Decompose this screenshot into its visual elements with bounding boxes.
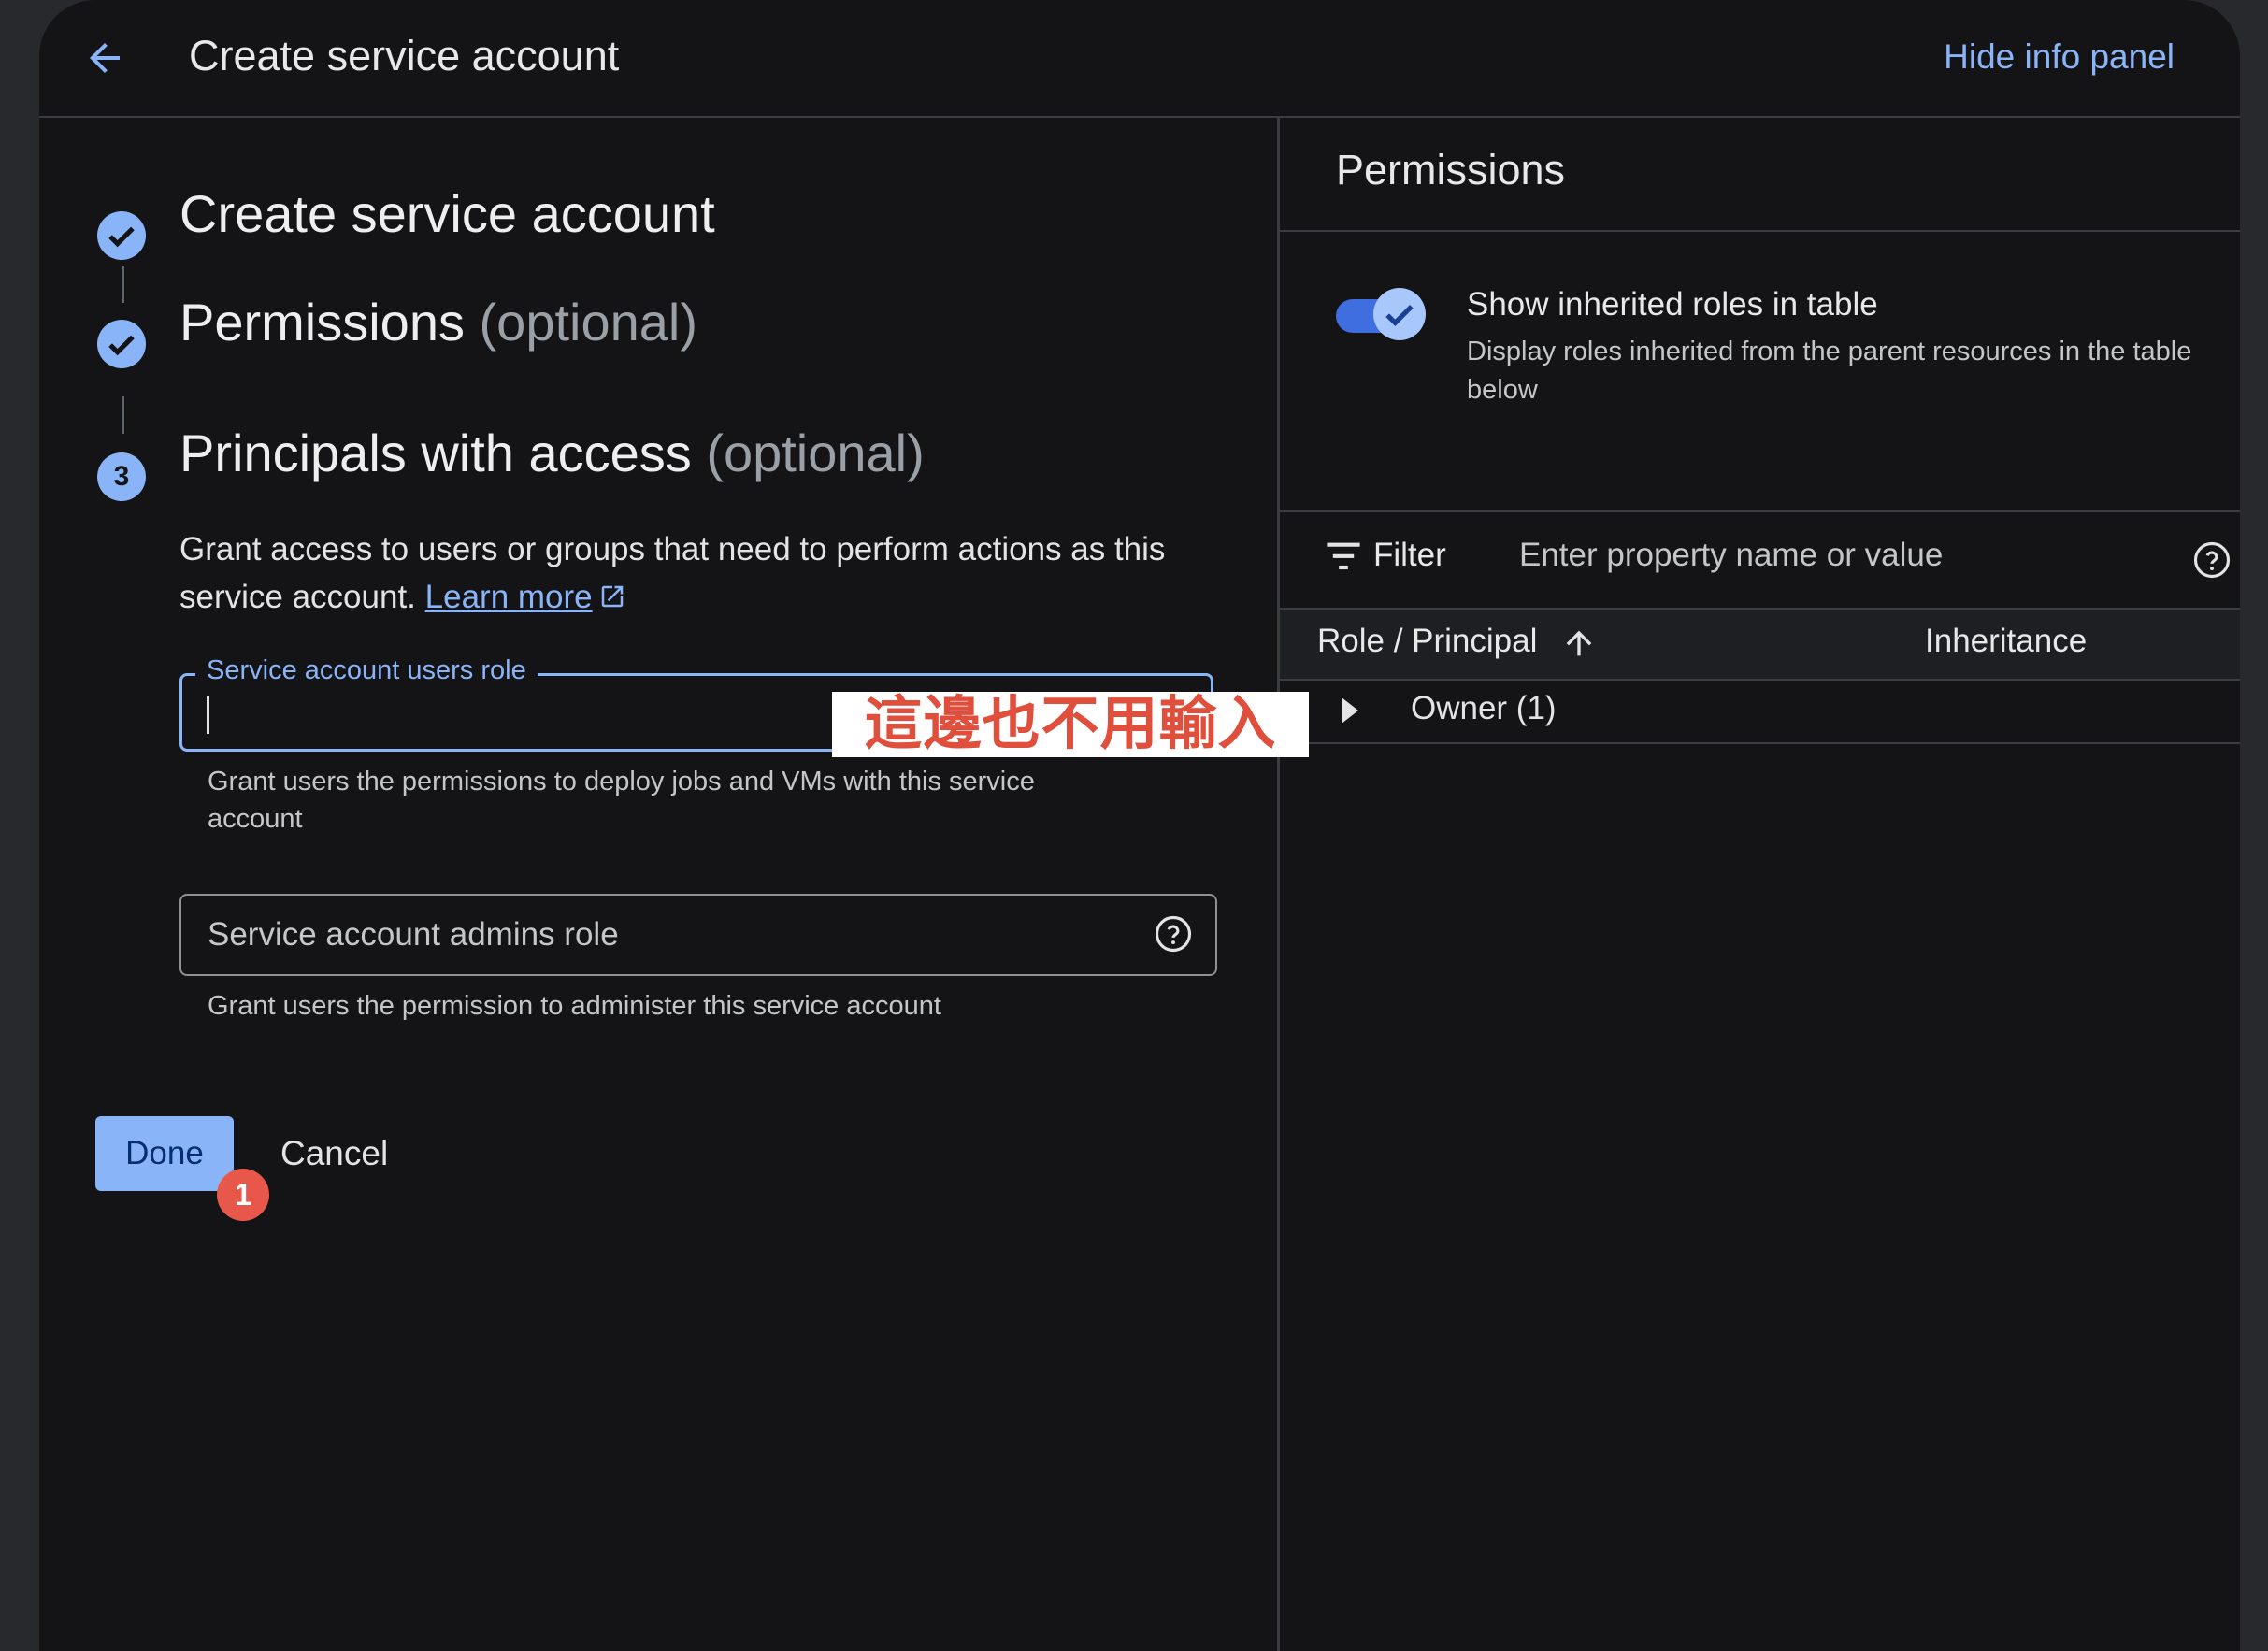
help-icon[interactable] <box>2192 540 2232 580</box>
info-panel: Permissions Show inherited roles in tabl… <box>1280 118 2240 1651</box>
divider <box>1280 679 2240 681</box>
app-window: Create service account Hide info panel C… <box>39 0 2240 1651</box>
arrow-back-icon[interactable] <box>82 36 127 80</box>
step-2-label: Permissions <box>179 293 465 352</box>
arrow-right-icon[interactable] <box>1336 694 1362 727</box>
toggle-description: Display roles inherited from the parent … <box>1467 337 2192 405</box>
top-bar: Create service account Hide info panel <box>39 0 2240 118</box>
service-account-admins-role-input[interactable]: Service account admins role <box>179 894 1217 976</box>
page-title: Create service account <box>189 32 620 79</box>
check-icon <box>1385 305 1414 326</box>
step-3-description: Grant access to users or groups that nee… <box>179 525 1227 621</box>
filter-icon <box>1327 542 1360 570</box>
step-3-title: Principals with access (optional) <box>179 423 925 483</box>
table-row[interactable]: Owner (1) <box>1411 690 1557 727</box>
panel-title: Permissions <box>1336 146 1566 194</box>
users-role-label: Service account users role <box>195 655 538 686</box>
annotation-note: 這邊也不用輸入 <box>832 692 1309 757</box>
description-text: Grant access to users or groups that nee… <box>179 531 1166 615</box>
step-connector <box>122 266 124 303</box>
divider <box>1280 510 2240 512</box>
divider <box>1280 230 2240 232</box>
step-1-label: Create service account <box>179 184 715 243</box>
step-3-number: 3 <box>97 452 146 501</box>
cancel-button[interactable]: Cancel <box>280 1116 388 1191</box>
hide-info-panel-link[interactable]: Hide info panel <box>1944 37 2175 77</box>
done-button[interactable]: Done <box>95 1116 234 1191</box>
step-1-title[interactable]: Create service account <box>179 183 715 244</box>
stepper-pane: Create service account Permissions (opti… <box>39 118 1277 1651</box>
admins-role-hint: Grant users the permission to administer… <box>208 991 941 1021</box>
check-circle-icon <box>97 211 146 260</box>
column-header-role[interactable]: Role / Principal <box>1317 623 1537 660</box>
step-3-optional: (optional) <box>706 424 925 482</box>
text-cursor <box>207 696 209 734</box>
step-connector <box>122 396 124 434</box>
step-2-title[interactable]: Permissions (optional) <box>179 292 697 352</box>
users-role-hint: Grant users the permissions to deploy jo… <box>208 767 1035 834</box>
filter-label: Filter <box>1373 537 1446 573</box>
step-3-label: Principals with access <box>179 424 692 482</box>
step-2-optional: (optional) <box>479 293 697 352</box>
open-in-new-icon <box>601 585 623 608</box>
check-circle-icon <box>97 320 146 368</box>
arrow-upward-icon[interactable] <box>1560 625 1598 662</box>
learn-more-link[interactable]: Learn more <box>425 579 593 615</box>
toggle-label: Show inherited roles in table <box>1467 286 1878 323</box>
learn-more-label: Learn more <box>424 579 593 615</box>
divider <box>1280 742 2240 744</box>
help-icon[interactable] <box>1154 914 1193 954</box>
filter-input[interactable]: Enter property name or value <box>1519 537 1943 574</box>
step-marker-badge: 1 <box>217 1169 269 1221</box>
column-header-inheritance: Inheritance <box>1925 623 2088 659</box>
toggle-knob <box>1373 288 1426 340</box>
admins-role-placeholder: Service account admins role <box>208 916 619 953</box>
show-inherited-roles-toggle[interactable] <box>1336 288 1426 340</box>
